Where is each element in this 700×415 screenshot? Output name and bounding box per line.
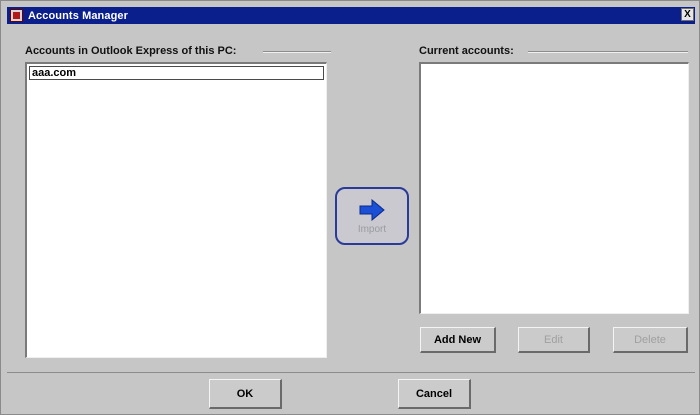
app-icon [10,9,23,22]
window-title: Accounts Manager [28,9,129,22]
outlook-accounts-list[interactable]: aaa.com [25,62,327,358]
cancel-button[interactable]: Cancel [398,379,471,409]
import-label: Import [357,224,387,235]
edit-button[interactable]: Edit [518,327,590,353]
current-accounts-list[interactable] [419,62,689,314]
list-item[interactable]: aaa.com [29,66,324,80]
title-bar[interactable]: Accounts Manager X [7,7,695,24]
add-new-button[interactable]: Add New [420,327,496,353]
import-button[interactable]: Import [335,187,409,245]
delete-button[interactable]: Delete [613,327,688,353]
left-group-divider [263,51,331,53]
ok-button[interactable]: OK [209,379,282,409]
accounts-manager-window: Accounts Manager X Accounts in Outlook E… [0,0,700,415]
left-panel-label: Accounts in Outlook Express of this PC: [25,45,237,57]
close-button[interactable]: X [681,8,694,21]
right-panel-label: Current accounts: [419,45,514,57]
arrow-right-icon [359,199,385,221]
right-group-divider [528,51,688,53]
dialog-button-bar [7,372,695,414]
